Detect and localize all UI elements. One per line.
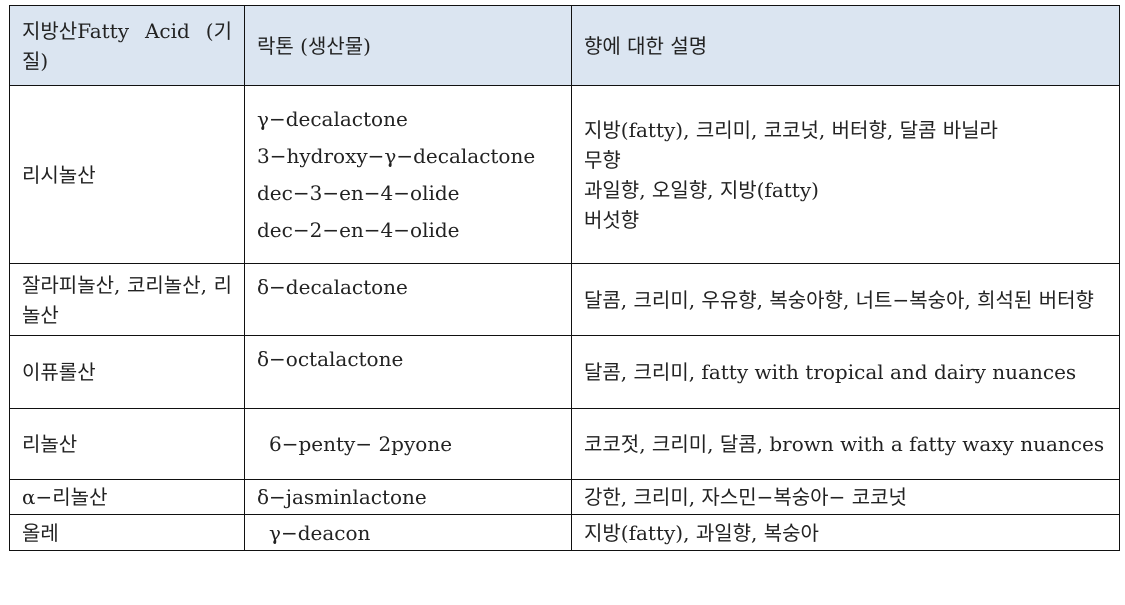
aroma-description: 달콤, 크리미, fatty with tropical and dairy n…: [584, 360, 1077, 384]
lactone-cell: γ−deacon: [244, 514, 572, 551]
lactone-name: δ−decalactone: [257, 275, 408, 299]
lactone-name: dec−3−en−4−olide: [257, 180, 460, 205]
lactone-name: dec−2−en−4−olide: [257, 217, 460, 242]
fatty-acid-cell: 잘라피놀산, 코리놀산, 리놀산: [9, 263, 245, 336]
fatty-acid-cell: 이퓨롤산: [9, 335, 245, 409]
header-lactone: 락톤 (생산물): [244, 5, 572, 86]
aroma-description: 버섯향: [584, 207, 640, 232]
lactone-name: γ−deacon: [269, 520, 371, 545]
table-row: 리시놀산 γ−decalactone 3−hydroxy−γ−decalacto…: [9, 85, 1120, 264]
description-cell: 지방(fatty), 과일향, 복숭아: [571, 514, 1120, 551]
lactone-name: γ−decalactone: [257, 106, 408, 131]
table-row: 이퓨롤산 δ−octalactone 달콤, 크리미, fatty with t…: [9, 335, 1120, 409]
lactone-aroma-table: 지방산Fatty Acid (기질) 락톤 (생산물) 향에 대한 설명 리시놀…: [9, 5, 1120, 551]
lactone-name: δ−jasminlactone: [257, 485, 427, 509]
description-cell: 코코젓, 크리미, 달콤, brown with a fatty waxy nu…: [571, 408, 1120, 480]
table-row: 올레 γ−deacon 지방(fatty), 과일향, 복숭아: [9, 514, 1120, 551]
lactone-name: 3−hydroxy−γ−decalactone: [257, 143, 536, 168]
description-cell: 달콤, 크리미, 우유향, 복숭아향, 너트−복숭아, 희석된 버터향: [571, 263, 1120, 336]
aroma-description: 코코젓, 크리미, 달콤, brown with a fatty waxy nu…: [584, 432, 1105, 456]
table-row: 리놀산 6−penty− 2pyone 코코젓, 크리미, 달콤, brown …: [9, 408, 1120, 480]
lactone-name: 6−penty− 2pyone: [269, 432, 453, 456]
lactone-cell: δ−octalactone: [244, 335, 572, 409]
aroma-description: 지방(fatty), 크리미, 코코넛, 버터향, 달콤 바닐라: [584, 117, 998, 142]
aroma-description: 과일향, 오일향, 지방(fatty): [584, 177, 819, 202]
fatty-acid-cell: α−리놀산: [9, 479, 245, 515]
aroma-description: 지방(fatty), 과일향, 복숭아: [584, 520, 819, 545]
header-fatty-acid: 지방산Fatty Acid (기질): [9, 5, 245, 86]
table-row: 잘라피놀산, 코리놀산, 리놀산 δ−decalactone 달콤, 크리미, …: [9, 263, 1120, 336]
fatty-acid-cell: 리놀산: [9, 408, 245, 480]
header-row: 지방산Fatty Acid (기질) 락톤 (생산물) 향에 대한 설명: [9, 5, 1120, 86]
aroma-description: 무향: [584, 147, 621, 172]
lactone-cell: γ−decalactone 3−hydroxy−γ−decalactone de…: [244, 85, 572, 264]
aroma-description: 달콤, 크리미, 우유향, 복숭아향, 너트−복숭아, 희석된 버터향: [584, 287, 1094, 312]
description-cell: 지방(fatty), 크리미, 코코넛, 버터향, 달콤 바닐라 무향 과일향,…: [571, 85, 1120, 264]
lactone-cell: δ−jasminlactone: [244, 479, 572, 515]
lactone-cell: 6−penty− 2pyone: [244, 408, 572, 480]
fatty-acid-cell: 올레: [9, 514, 245, 551]
lactone-cell: δ−decalactone: [244, 263, 572, 336]
description-cell: 달콤, 크리미, fatty with tropical and dairy n…: [571, 335, 1120, 409]
table-row: α−리놀산 δ−jasminlactone 강한, 크리미, 자스민−복숭아− …: [9, 479, 1120, 515]
header-aroma-description: 향에 대한 설명: [571, 5, 1120, 86]
description-cell: 강한, 크리미, 자스민−복숭아− 코코넛: [571, 479, 1120, 515]
fatty-acid-cell: 리시놀산: [9, 85, 245, 264]
aroma-description: 강한, 크리미, 자스민−복숭아− 코코넛: [584, 485, 907, 509]
lactone-name: δ−octalactone: [257, 347, 404, 371]
